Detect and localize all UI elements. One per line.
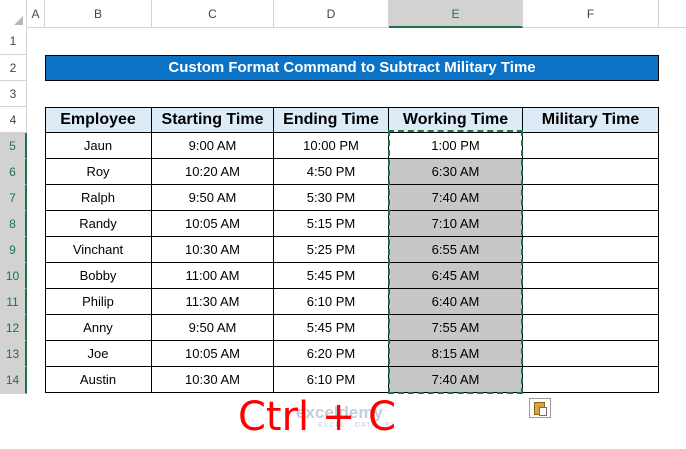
cell-ending-time[interactable]: 5:30 PM (274, 185, 389, 211)
row-header-8[interactable]: 8 (0, 211, 27, 237)
cell-working-time[interactable]: 6:55 AM (389, 237, 523, 263)
cell-military-time[interactable] (523, 263, 659, 289)
cell-working-time[interactable]: 1:00 PM (389, 133, 523, 159)
cell-employee[interactable]: Joe (45, 341, 152, 367)
row-header-14[interactable]: 14 (0, 367, 27, 394)
column-header-d[interactable]: D (274, 0, 389, 28)
cell-starting-time[interactable]: 9:50 AM (152, 185, 274, 211)
cell-employee[interactable]: Vinchant (45, 237, 152, 263)
keyboard-shortcut-label: Ctrl + C (238, 394, 397, 440)
cell-working-time[interactable]: 7:40 AM (389, 185, 523, 211)
cell-working-time[interactable]: 7:10 AM (389, 211, 523, 237)
cell-ending-time[interactable]: 5:15 PM (274, 211, 389, 237)
cell-ending-time[interactable]: 10:00 PM (274, 133, 389, 159)
cell-military-time[interactable] (523, 341, 659, 367)
cell-employee[interactable]: Randy (45, 211, 152, 237)
cell-working-time[interactable]: 6:40 AM (389, 289, 523, 315)
cell-military-time[interactable] (523, 289, 659, 315)
cell-starting-time[interactable]: 11:00 AM (152, 263, 274, 289)
row-header-5[interactable]: 5 (0, 133, 27, 159)
cell-employee[interactable]: Bobby (45, 263, 152, 289)
cell-working-time[interactable]: 7:55 AM (389, 315, 523, 341)
column-header-bar: A B C D E F (0, 0, 686, 28)
row-header-2[interactable]: 2 (0, 55, 27, 81)
cell-employee[interactable]: Jaun (45, 133, 152, 159)
cell-ending-time[interactable]: 6:10 PM (274, 289, 389, 315)
cell-starting-time[interactable]: 10:30 AM (152, 237, 274, 263)
row-header-1[interactable]: 1 (0, 28, 27, 55)
row-header-10[interactable]: 10 (0, 263, 27, 289)
cell-ending-time[interactable]: 5:25 PM (274, 237, 389, 263)
page-title[interactable]: Custom Format Command to Subtract Milita… (45, 55, 659, 81)
cell-military-time[interactable] (523, 315, 659, 341)
row-header-13[interactable]: 13 (0, 341, 27, 367)
cell-starting-time[interactable]: 10:20 AM (152, 159, 274, 185)
cell-military-time[interactable] (523, 211, 659, 237)
column-header-a[interactable]: A (27, 0, 45, 28)
row-header-3[interactable]: 3 (0, 81, 27, 107)
cell-ending-time[interactable]: 6:10 PM (274, 367, 389, 393)
cell-employee[interactable]: Philip (45, 289, 152, 315)
cell-military-time[interactable] (523, 159, 659, 185)
cell-ending-time[interactable]: 5:45 PM (274, 315, 389, 341)
cell-military-time[interactable] (523, 367, 659, 393)
spreadsheet-grid: A B C D E F 1 2 3 4 5 6 7 8 9 10 11 12 13 14 Custom F… (0, 0, 686, 449)
cell-working-time[interactable]: 6:30 AM (389, 159, 523, 185)
cell-working-time[interactable]: 7:40 AM (389, 367, 523, 393)
row-header-4[interactable]: 4 (0, 107, 27, 133)
cell-working-time[interactable]: 8:15 AM (389, 341, 523, 367)
cell-starting-time[interactable]: 10:30 AM (152, 367, 274, 393)
cell-starting-time[interactable]: 9:00 AM (152, 133, 274, 159)
column-header-b[interactable]: B (45, 0, 152, 28)
cell-starting-time[interactable]: 10:05 AM (152, 211, 274, 237)
cell-military-time[interactable] (523, 237, 659, 263)
cell-starting-time[interactable]: 9:50 AM (152, 315, 274, 341)
cell-employee[interactable]: Austin (45, 367, 152, 393)
header-employee[interactable]: Employee (45, 107, 152, 133)
column-header-e[interactable]: E (389, 0, 523, 28)
column-header-c[interactable]: C (152, 0, 274, 28)
cell-working-time[interactable]: 6:45 AM (389, 263, 523, 289)
cell-military-time[interactable] (523, 185, 659, 211)
cell-military-time[interactable] (523, 133, 659, 159)
row-header-6[interactable]: 6 (0, 159, 27, 185)
cell-ending-time[interactable]: 4:50 PM (274, 159, 389, 185)
cell-employee[interactable]: Roy (45, 159, 152, 185)
document-icon (539, 407, 547, 416)
cell-starting-time[interactable]: 11:30 AM (152, 289, 274, 315)
row-header-9[interactable]: 9 (0, 237, 27, 263)
row-header-11[interactable]: 11 (0, 289, 27, 315)
row-header-7[interactable]: 7 (0, 185, 27, 211)
header-military-time[interactable]: Military Time (523, 107, 659, 133)
cell-starting-time[interactable]: 10:05 AM (152, 341, 274, 367)
select-all-button[interactable] (0, 0, 27, 28)
header-starting-time[interactable]: Starting Time (152, 107, 274, 133)
row-header-12[interactable]: 12 (0, 315, 27, 341)
cell-employee[interactable]: Ralph (45, 185, 152, 211)
cell-ending-time[interactable]: 5:45 PM (274, 263, 389, 289)
paste-options-icon[interactable] (529, 398, 551, 418)
column-header-f[interactable]: F (523, 0, 659, 28)
select-all-triangle-icon (14, 16, 23, 25)
header-ending-time[interactable]: Ending Time (274, 107, 389, 133)
header-working-time[interactable]: Working Time (389, 107, 523, 133)
cell-employee[interactable]: Anny (45, 315, 152, 341)
cell-ending-time[interactable]: 6:20 PM (274, 341, 389, 367)
